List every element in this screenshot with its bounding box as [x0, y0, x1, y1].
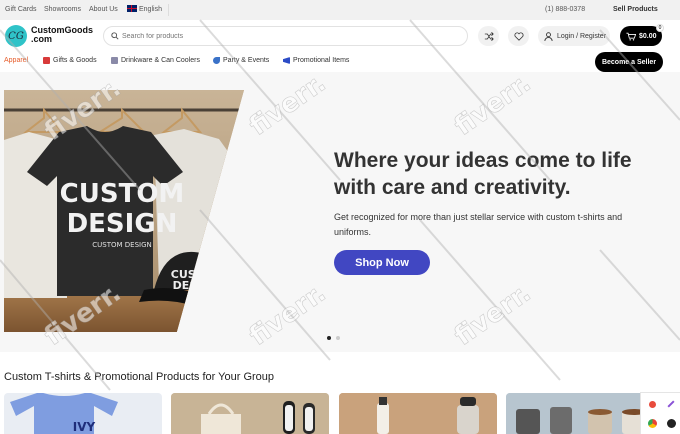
language-selector[interactable]: English	[127, 5, 162, 13]
shirt-print-ivy: IVY	[73, 420, 96, 434]
user-icon	[544, 31, 553, 41]
category-gifts-goods[interactable]: Gifts & Goods	[43, 57, 97, 64]
logo-text[interactable]: CustomGoods .com	[31, 26, 93, 44]
category-party-events[interactable]: Party & Events	[213, 57, 269, 64]
cap-print-design: DESI	[173, 279, 202, 292]
logo-mark[interactable]: CG	[5, 25, 27, 47]
pen-icon[interactable]	[667, 400, 675, 408]
megaphone-icon	[283, 57, 290, 64]
settings-icon[interactable]	[667, 419, 676, 428]
phone-number: (1) 888-0378	[545, 6, 586, 13]
sell-products-link[interactable]: Sell Products	[613, 6, 658, 13]
shop-now-button[interactable]: Shop Now	[334, 250, 430, 275]
cart-icon	[626, 32, 636, 40]
search-icon	[111, 32, 119, 40]
shirt-print-custom: CUSTOM	[60, 179, 185, 209]
cart-count-badge: 0	[656, 24, 664, 32]
divider	[168, 4, 169, 16]
product-card-bottles[interactable]	[339, 393, 497, 434]
slider-dot-2[interactable]	[336, 336, 340, 340]
product-image-bottles	[339, 393, 497, 434]
search-bar	[103, 26, 468, 46]
slider-dot-1[interactable]	[327, 336, 331, 340]
hero-image: CUSTOM DESIGN CUSTOM DESIGN CUST DESI	[4, 90, 244, 332]
about-us-link[interactable]: About Us	[89, 6, 118, 13]
product-image-tshirt: IVY	[10, 393, 118, 434]
category-apparel[interactable]: Apparel	[4, 57, 28, 64]
product-image-bags	[171, 393, 329, 434]
search-input[interactable]	[122, 30, 452, 43]
category-drinkware[interactable]: Drinkware & Can Coolers	[111, 57, 200, 64]
product-card-bags[interactable]	[171, 393, 329, 434]
hero-banner: CUSTOM DESIGN CUSTOM DESIGN CUST DESI Wh…	[0, 72, 680, 352]
hero-subtext: Get recognized for more than just stella…	[334, 212, 623, 237]
shuffle-icon	[484, 31, 494, 41]
cup-icon	[111, 57, 118, 64]
gift-icon	[43, 57, 50, 64]
product-card-tshirts[interactable]: IVY	[4, 393, 162, 434]
tshirt-display-illustration: CUSTOM DESIGN CUSTOM DESIGN CUST DESI	[4, 90, 244, 332]
widget-icon-1[interactable]	[649, 401, 656, 408]
become-seller-button[interactable]: Become a Seller	[595, 52, 663, 72]
uk-flag-icon	[127, 5, 137, 12]
hero-headline: Where your ideas come to life with care …	[334, 149, 632, 199]
shirt-print-design: DESIGN	[67, 209, 178, 239]
party-icon	[213, 57, 220, 64]
main-header: CG CustomGoods.com Login / Register $0.0…	[0, 20, 680, 52]
category-promotional-items[interactable]: Promotional Items	[283, 57, 349, 64]
showrooms-link[interactable]: Showrooms	[44, 6, 81, 13]
category-nav: Apparel Gifts & Goods Drinkware & Can Co…	[0, 52, 680, 72]
section-title: Custom T-shirts & Promotional Products f…	[4, 371, 275, 383]
top-utility-bar: Gift Cards Showrooms About Us English (1…	[0, 0, 680, 20]
wishlist-button[interactable]	[508, 26, 529, 46]
compare-button[interactable]	[478, 26, 499, 46]
shirt-print-small: CUSTOM DESIGN	[92, 241, 152, 249]
floating-widget-panel	[640, 392, 680, 434]
gift-cards-link[interactable]: Gift Cards	[5, 6, 37, 13]
chrome-icon[interactable]	[648, 419, 657, 428]
heart-icon	[513, 31, 524, 41]
login-register-button[interactable]: Login / Register	[538, 26, 610, 46]
